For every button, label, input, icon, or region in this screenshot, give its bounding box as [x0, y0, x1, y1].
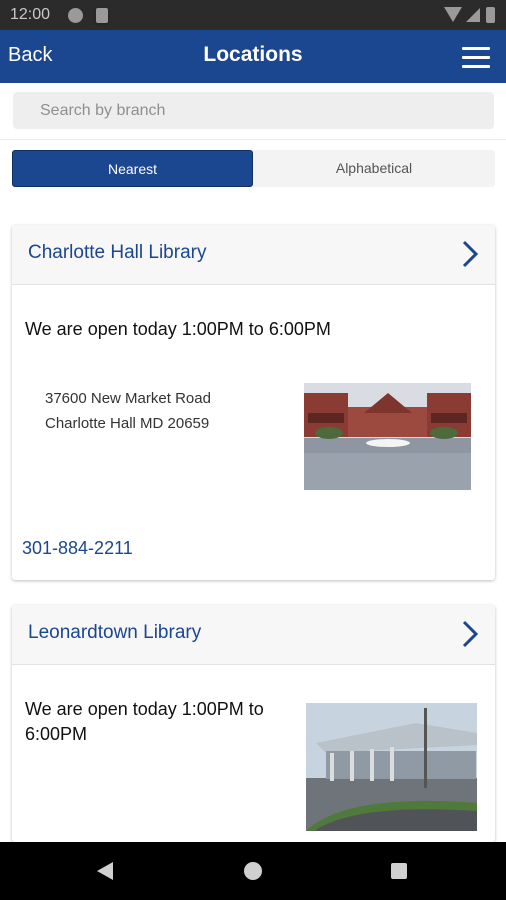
location-hours-line-1: We are open today 1:00PM to	[25, 699, 264, 719]
battery-icon	[486, 7, 495, 23]
library-photo	[304, 383, 471, 490]
location-phone-link[interactable]: 301-884-2211	[22, 538, 133, 559]
app-bar: Back Locations	[0, 30, 506, 83]
sd-card-icon	[96, 8, 108, 23]
location-name: Leonardtown Library	[28, 622, 202, 643]
search-input[interactable]	[13, 92, 494, 129]
nav-back-icon[interactable]	[97, 862, 113, 880]
notification-icon	[68, 8, 83, 23]
page-title: Locations	[203, 43, 303, 66]
library-photo	[306, 703, 477, 831]
location-name: Charlotte Hall Library	[28, 242, 207, 263]
sort-nearest-button[interactable]: Nearest	[12, 150, 253, 187]
sort-toggle: Nearest Alphabetical	[12, 150, 495, 187]
location-card-header[interactable]: Leonardtown Library	[12, 605, 495, 665]
location-card: Leonardtown Library We are open today 1:…	[12, 605, 495, 842]
back-button[interactable]: Back	[8, 44, 52, 67]
menu-icon[interactable]	[462, 46, 490, 68]
location-card-header[interactable]: Charlotte Hall Library	[12, 225, 495, 285]
nav-recents-icon[interactable]	[391, 863, 407, 879]
wifi-icon	[444, 7, 462, 22]
search-bar	[0, 83, 506, 140]
address-line-1: 37600 New Market Road	[45, 390, 211, 407]
location-hours-line-2: 6:00PM	[25, 724, 88, 744]
address-line-2: Charlotte Hall MD 20659	[45, 415, 210, 432]
location-hours: We are open today 1:00PM to 6:00PM	[25, 319, 331, 339]
nav-home-icon[interactable]	[244, 862, 262, 880]
cell-signal-icon	[466, 8, 480, 22]
system-nav-bar	[0, 842, 506, 900]
location-card: Charlotte Hall Library We are open today…	[12, 225, 495, 580]
status-bar: 12:00	[0, 0, 506, 30]
sort-alphabetical-button[interactable]: Alphabetical	[253, 150, 495, 187]
chevron-right-icon[interactable]	[461, 240, 479, 268]
chevron-right-icon[interactable]	[461, 620, 479, 648]
status-time: 12:00	[10, 6, 51, 23]
